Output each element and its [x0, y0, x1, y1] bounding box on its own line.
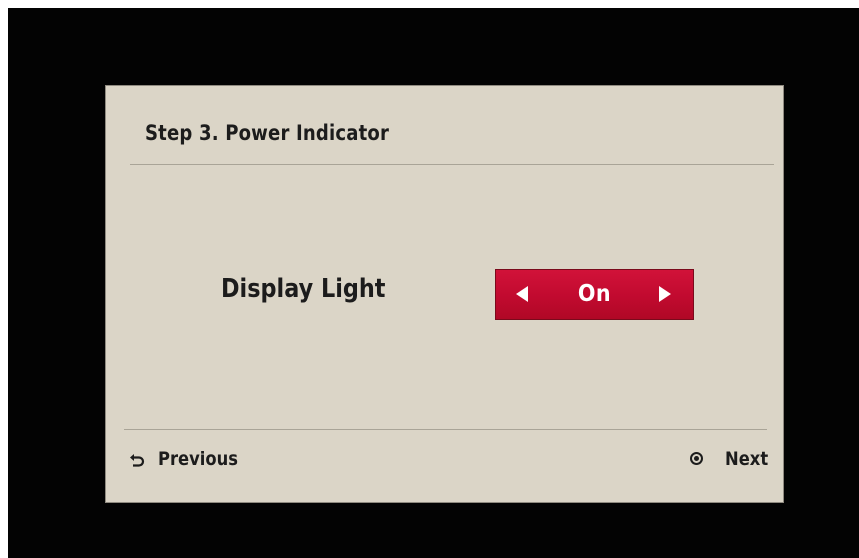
- display-light-value: On: [577, 281, 612, 307]
- next-label: Next: [724, 447, 768, 470]
- next-button[interactable]: Next: [690, 447, 768, 470]
- right-arrow-icon[interactable]: [659, 286, 671, 302]
- display-light-selector[interactable]: On: [495, 269, 694, 320]
- back-return-icon: [129, 451, 145, 467]
- setup-dialog: Step 3. Power Indicator Display Light On…: [105, 85, 784, 503]
- tv-screen: Step 3. Power Indicator Display Light On…: [8, 8, 859, 558]
- footer-divider: [124, 429, 767, 430]
- ok-button-icon: [690, 452, 704, 465]
- previous-button[interactable]: Previous: [129, 447, 251, 470]
- dialog-title: Step 3. Power Indicator: [145, 121, 390, 145]
- title-divider: [130, 164, 774, 165]
- display-light-label: Display Light: [221, 274, 386, 304]
- previous-label: Previous: [157, 447, 238, 470]
